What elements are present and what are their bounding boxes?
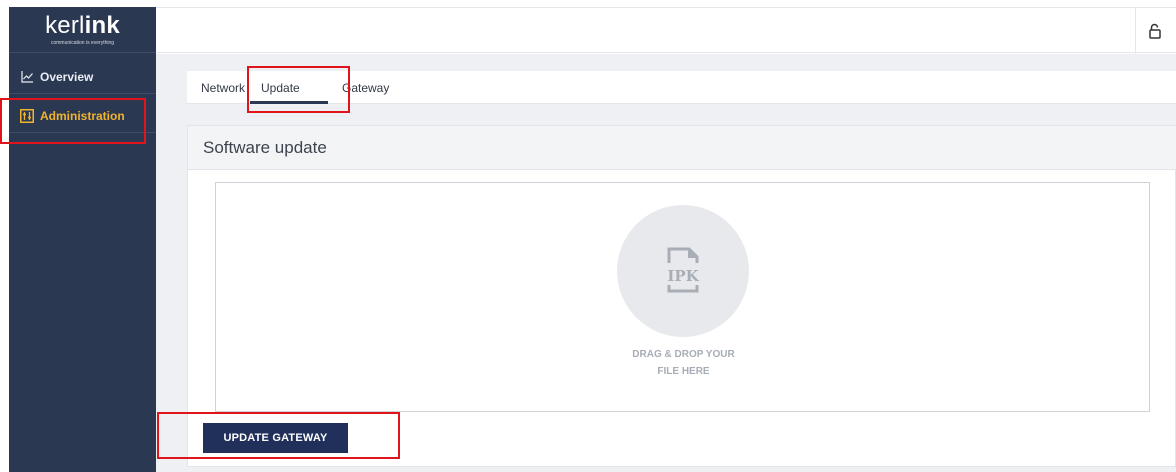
file-dropzone[interactable]: IPK DRAG & DROP YOUR FILE HERE: [215, 182, 1150, 412]
logo-wordmark: kerlink: [9, 12, 156, 40]
highlight-update-tab: [247, 66, 350, 113]
dropzone-text-line1: DRAG & DROP YOUR: [632, 349, 735, 360]
dropzone-text-line2: FILE HERE: [657, 366, 710, 377]
top-bar: [156, 7, 1176, 54]
logo-tagline: communication is everything: [50, 40, 115, 46]
chart-line-icon: [20, 70, 34, 84]
sidebar-item-label: Overview: [40, 69, 94, 84]
logo[interactable]: kerlink communication is everything: [9, 7, 156, 53]
logo-suffix: ink: [84, 12, 120, 39]
file-type-label: IPK: [667, 267, 699, 285]
app: kerlink communication is everything Over…: [0, 0, 1176, 472]
sidebar: kerlink communication is everything Over…: [9, 7, 156, 472]
divider: [1135, 8, 1136, 54]
sidebar-item-overview[interactable]: Overview: [9, 60, 156, 94]
logo-prefix: kerl: [45, 12, 85, 39]
highlight-administration: [0, 98, 146, 144]
ipk-file-icon: IPK: [667, 247, 700, 293]
panel-title: Software update: [203, 138, 327, 157]
upload-circle: IPK: [617, 205, 749, 337]
panel-header: Software update: [188, 126, 1176, 170]
lock-open-icon[interactable]: [1148, 23, 1162, 39]
tab-network[interactable]: Network: [201, 81, 245, 95]
highlight-update-button: [157, 412, 400, 459]
